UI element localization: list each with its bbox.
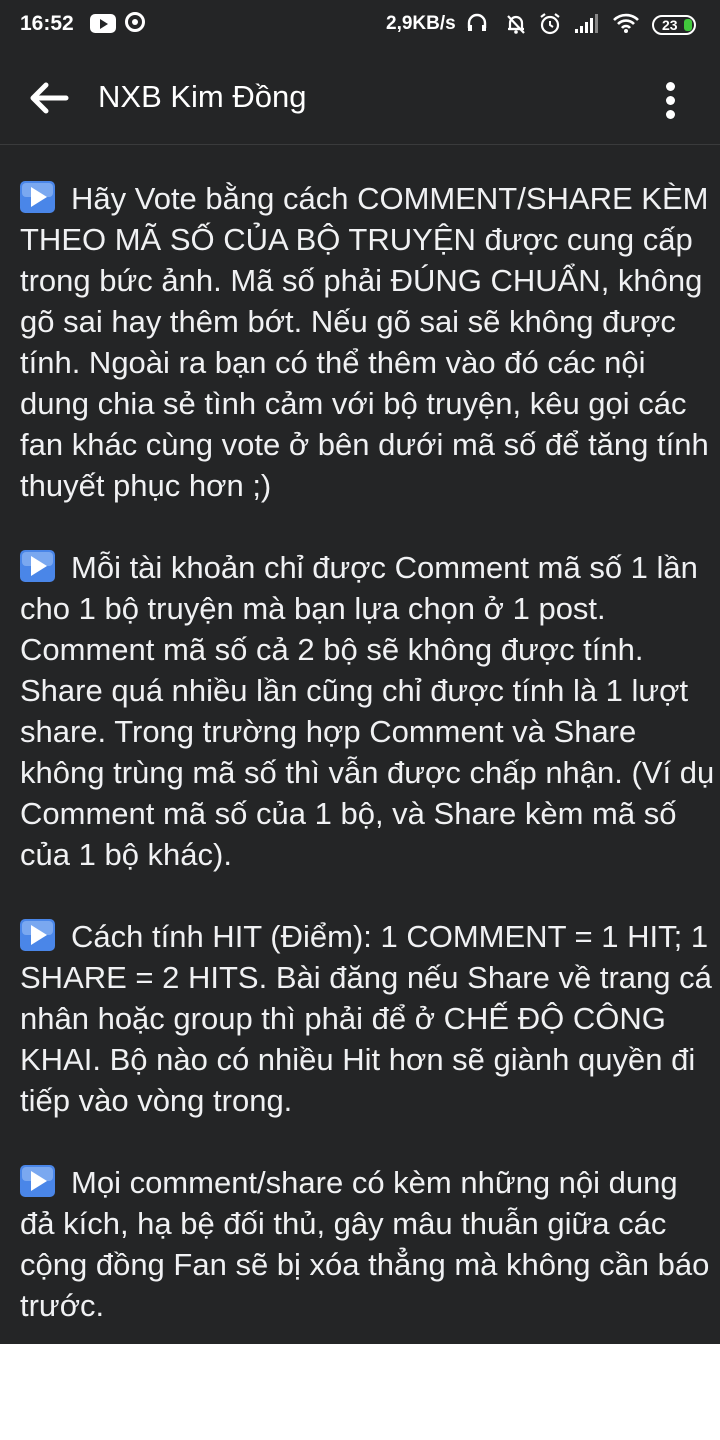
page-title: NXB Kim Đồng: [98, 79, 307, 114]
messenger-notification-icon: [125, 12, 145, 32]
more-dot: [666, 110, 675, 119]
paragraph-text: Mỗi tài khoản chỉ được Comment mã số 1 l…: [20, 550, 715, 872]
bell-off-icon: [504, 12, 528, 41]
status-bar: 16:52 2,9KB/s 23: [0, 0, 720, 52]
more-vertical-icon: [666, 82, 675, 91]
status-time: 16:52: [20, 12, 74, 35]
play-button-icon: [20, 181, 55, 213]
paragraph-text: Hãy Vote bằng cách COMMENT/SHARE KÈM THE…: [20, 181, 709, 503]
alarm-icon: [538, 12, 562, 41]
toolbar: NXB Kim Đồng: [0, 52, 720, 145]
play-button-icon: [20, 919, 55, 951]
headset-icon: [466, 12, 488, 39]
play-button-icon: [20, 1165, 55, 1197]
post-paragraph: Hãy Vote bằng cách COMMENT/SHARE KÈM THE…: [20, 178, 720, 506]
post-content: Hãy Vote bằng cách COMMENT/SHARE KÈM THE…: [20, 178, 720, 1344]
back-button[interactable]: [26, 76, 70, 120]
more-options-button[interactable]: [654, 78, 688, 122]
paragraph-text: Mọi comment/share có kèm những nội dung …: [20, 1165, 710, 1323]
play-button-icon: [20, 550, 55, 582]
arrow-left-icon: [30, 82, 69, 114]
wifi-icon: [612, 12, 640, 39]
paragraph-text: Cách tính HIT (Điểm): 1 COMMENT = 1 HIT;…: [20, 919, 712, 1118]
network-speed: 2,9KB/s: [386, 13, 456, 34]
battery-indicator: 23: [652, 15, 696, 35]
more-dot: [666, 96, 675, 105]
app-screen: 16:52 2,9KB/s 23 NXB Kim Đồng Hãy Vote b…: [0, 0, 720, 1344]
post-paragraph: Mọi comment/share có kèm những nội dung …: [20, 1162, 720, 1326]
youtube-notification-icon: [90, 14, 116, 33]
post-paragraph: Cách tính HIT (Điểm): 1 COMMENT = 1 HIT;…: [20, 916, 720, 1121]
signal-icon: [574, 12, 602, 39]
post-paragraph: Mỗi tài khoản chỉ được Comment mã số 1 l…: [20, 547, 720, 875]
